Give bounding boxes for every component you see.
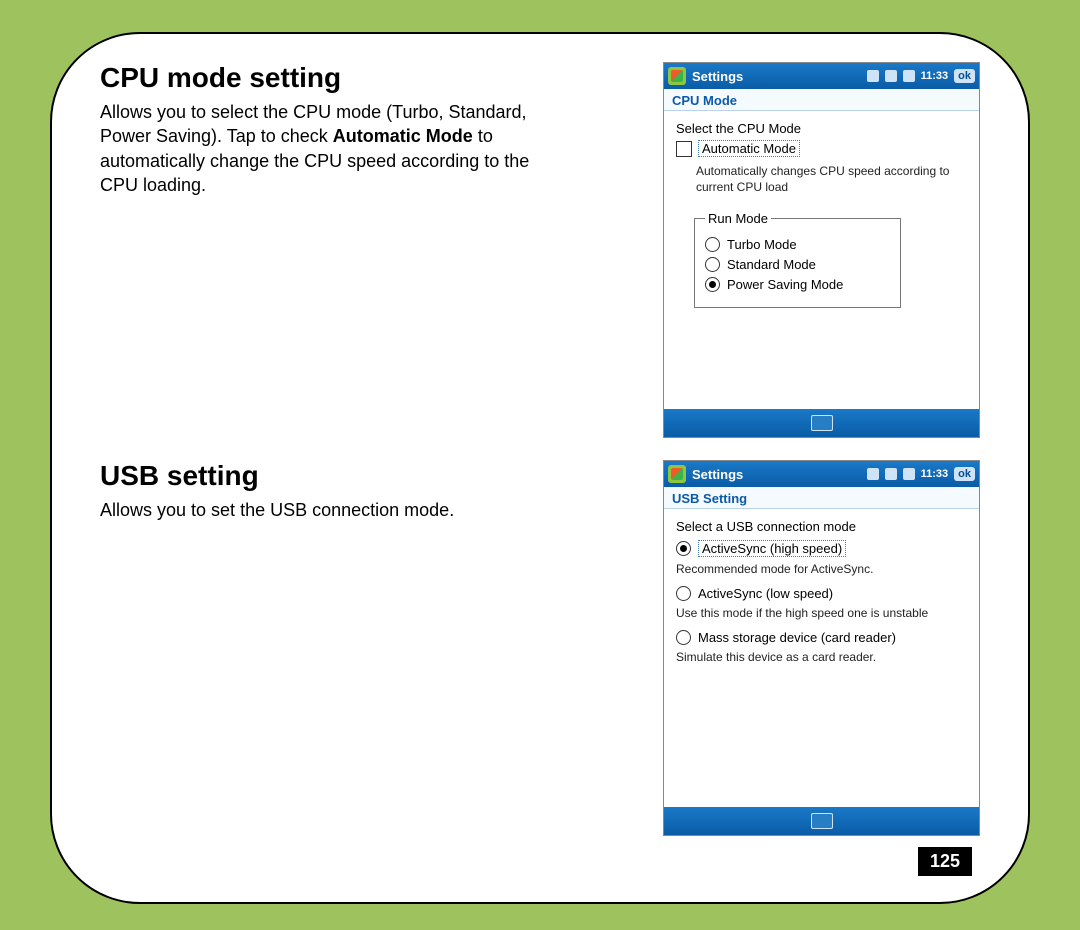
usb-screenshot: Settings 11:33 ok USB Setting Select a U… [663,460,980,836]
run-mode-legend: Run Mode [705,211,771,226]
signal-icon [867,468,879,480]
panel-subtitle: USB Setting [664,487,979,509]
usb-text-col: USB setting Allows you to set the USB co… [100,460,639,522]
cpu-screenshot: Settings 11:33 ok CPU Mode Select the CP… [663,62,980,438]
device-cpu: Settings 11:33 ok CPU Mode Select the CP… [663,62,980,438]
bottombar [664,807,979,835]
radio-activesync-high[interactable]: ActiveSync (high speed) [676,540,967,557]
radio-icon [705,257,720,272]
radio-power-saving[interactable]: Power Saving Mode [705,277,890,292]
checkbox-icon [676,141,692,157]
radio-turbo[interactable]: Turbo Mode [705,237,890,252]
app-title: Settings [692,69,743,84]
radio-activesync-low[interactable]: ActiveSync (low speed) [676,586,967,601]
cpu-text-col: CPU mode setting Allows you to select th… [100,62,639,197]
keyboard-icon[interactable] [811,415,833,431]
run-mode-group: Run Mode Turbo Mode Standard Mode Power … [694,211,901,308]
titlebar: Settings 11:33 ok [664,63,979,89]
checkbox-label: Automatic Mode [698,140,800,157]
clock: 11:33 [921,468,949,480]
cpu-section-row: CPU mode setting Allows you to select th… [100,62,980,438]
select-prompt: Select a USB connection mode [676,519,967,534]
usb-section-row: USB setting Allows you to set the USB co… [100,460,980,836]
cpu-heading: CPU mode setting [100,62,639,94]
select-prompt: Select the CPU Mode [676,121,967,136]
clock: 11:33 [921,70,949,82]
page-number: 125 [918,847,972,876]
start-icon[interactable] [668,67,686,85]
radio-icon [705,237,720,252]
radio-standard[interactable]: Standard Mode [705,257,890,272]
ok-button[interactable]: ok [954,69,975,83]
keyboard-icon[interactable] [811,813,833,829]
panel-content: Select the CPU Mode Automatic Mode Autom… [664,111,979,409]
option-description: Use this mode if the high speed one is u… [676,606,967,620]
cpu-body-bold: Automatic Mode [333,126,473,146]
option-description: Recommended mode for ActiveSync. [676,562,967,576]
panel-subtitle: CPU Mode [664,89,979,111]
device-usb: Settings 11:33 ok USB Setting Select a U… [663,460,980,836]
app-title: Settings [692,467,743,482]
radio-icon [705,277,720,292]
radio-label: ActiveSync (low speed) [698,586,833,601]
speaker-icon [903,468,915,480]
automatic-mode-checkbox[interactable]: Automatic Mode [676,140,967,157]
bottombar [664,409,979,437]
usb-body: Allows you to set the USB connection mod… [100,498,530,522]
panel-content: Select a USB connection mode ActiveSync … [664,509,979,807]
titlebar: Settings 11:33 ok [664,461,979,487]
status-tray: 11:33 [867,468,949,480]
radio-icon [676,586,691,601]
cpu-body: Allows you to select the CPU mode (Turbo… [100,100,530,197]
antenna-icon [885,70,897,82]
signal-icon [867,70,879,82]
auto-mode-description: Automatically changes CPU speed accordin… [696,163,967,195]
radio-label: ActiveSync (high speed) [698,540,846,557]
start-icon[interactable] [668,465,686,483]
option-description: Simulate this device as a card reader. [676,650,967,664]
ok-button[interactable]: ok [954,467,975,481]
speaker-icon [903,70,915,82]
usb-heading: USB setting [100,460,639,492]
radio-label: Standard Mode [727,257,816,272]
radio-label: Mass storage device (card reader) [698,630,896,645]
antenna-icon [885,468,897,480]
status-tray: 11:33 [867,70,949,82]
radio-label: Power Saving Mode [727,277,843,292]
manual-page: CPU mode setting Allows you to select th… [50,32,1030,904]
radio-icon [676,541,691,556]
radio-label: Turbo Mode [727,237,797,252]
radio-mass-storage[interactable]: Mass storage device (card reader) [676,630,967,645]
radio-icon [676,630,691,645]
